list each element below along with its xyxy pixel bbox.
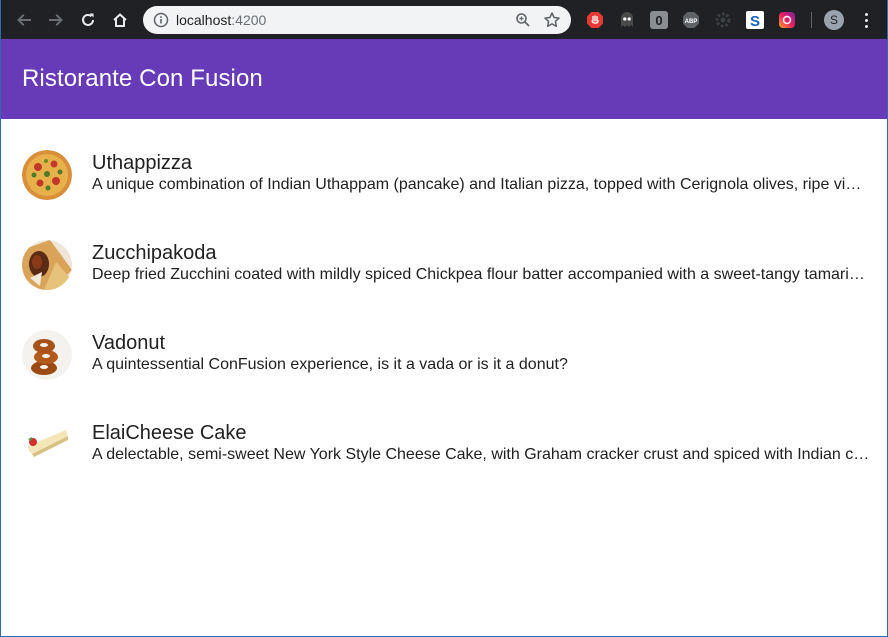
browser-toolbar: localhost:4200 0 ABP S S: [1, 0, 887, 39]
cheesecake-image-icon: [22, 420, 72, 470]
list-item[interactable]: ElaiCheese Cake A delectable, semi-sweet…: [1, 399, 887, 489]
bookmark-star-icon[interactable]: [543, 11, 561, 29]
ghostery-icon[interactable]: [618, 11, 636, 29]
toolbar-divider: [811, 12, 812, 28]
dish-avatar: [22, 420, 72, 470]
dish-avatar: [22, 330, 72, 380]
zucchipakoda-image-icon: [22, 240, 72, 290]
dish-avatar: [22, 150, 72, 200]
extension-zero-icon[interactable]: 0: [650, 11, 668, 29]
profile-avatar[interactable]: S: [824, 10, 844, 30]
stylish-icon[interactable]: S: [746, 11, 764, 29]
url-host: localhost: [176, 12, 232, 28]
dish-description: A quintessential ConFusion experience, i…: [92, 356, 568, 373]
list-item[interactable]: Uthappizza A unique combination of India…: [1, 129, 887, 219]
dish-name: ElaiCheese Cake: [92, 422, 247, 444]
svg-text:S: S: [750, 13, 760, 29]
instagram-extension-icon[interactable]: [778, 11, 796, 29]
dish-description: A unique combination of Indian Uthappam …: [92, 176, 870, 193]
svg-text:ABP: ABP: [685, 19, 698, 25]
browser-window: localhost:4200 0 ABP S S Ristorante Con …: [0, 0, 888, 637]
settings-extension-icon[interactable]: [714, 11, 732, 29]
app-title: Ristorante Con Fusion: [22, 65, 263, 92]
abp-icon[interactable]: ABP: [682, 11, 700, 29]
back-icon[interactable]: [12, 8, 36, 32]
url-text: localhost:4200: [176, 12, 266, 28]
forward-icon[interactable]: [44, 8, 68, 32]
dish-name: Uthappizza: [92, 152, 193, 174]
info-icon[interactable]: [153, 12, 169, 28]
list-item[interactable]: Zucchipakoda Deep fried Zucchini coated …: [1, 219, 887, 309]
uthappizza-image-icon: [22, 150, 72, 200]
list-item[interactable]: Vadonut A quintessential ConFusion exper…: [1, 309, 887, 399]
vadonut-image-icon: [22, 330, 72, 380]
dish-description: Deep fried Zucchini coated with mildly s…: [92, 266, 870, 283]
app-toolbar: Ristorante Con Fusion: [1, 39, 887, 119]
reload-icon[interactable]: [76, 8, 100, 32]
dish-avatar: [22, 240, 72, 290]
home-icon[interactable]: [108, 8, 132, 32]
url-port: :4200: [231, 12, 267, 28]
dish-description: A delectable, semi-sweet New York Style …: [92, 446, 870, 463]
dish-name: Zucchipakoda: [92, 242, 217, 264]
dish-list: Uthappizza A unique combination of India…: [1, 129, 887, 489]
zoom-icon[interactable]: [515, 12, 531, 28]
adblock-icon[interactable]: [586, 11, 604, 29]
more-menu-icon[interactable]: [859, 10, 873, 30]
address-bar[interactable]: localhost:4200: [143, 6, 571, 34]
dish-name: Vadonut: [92, 332, 166, 354]
